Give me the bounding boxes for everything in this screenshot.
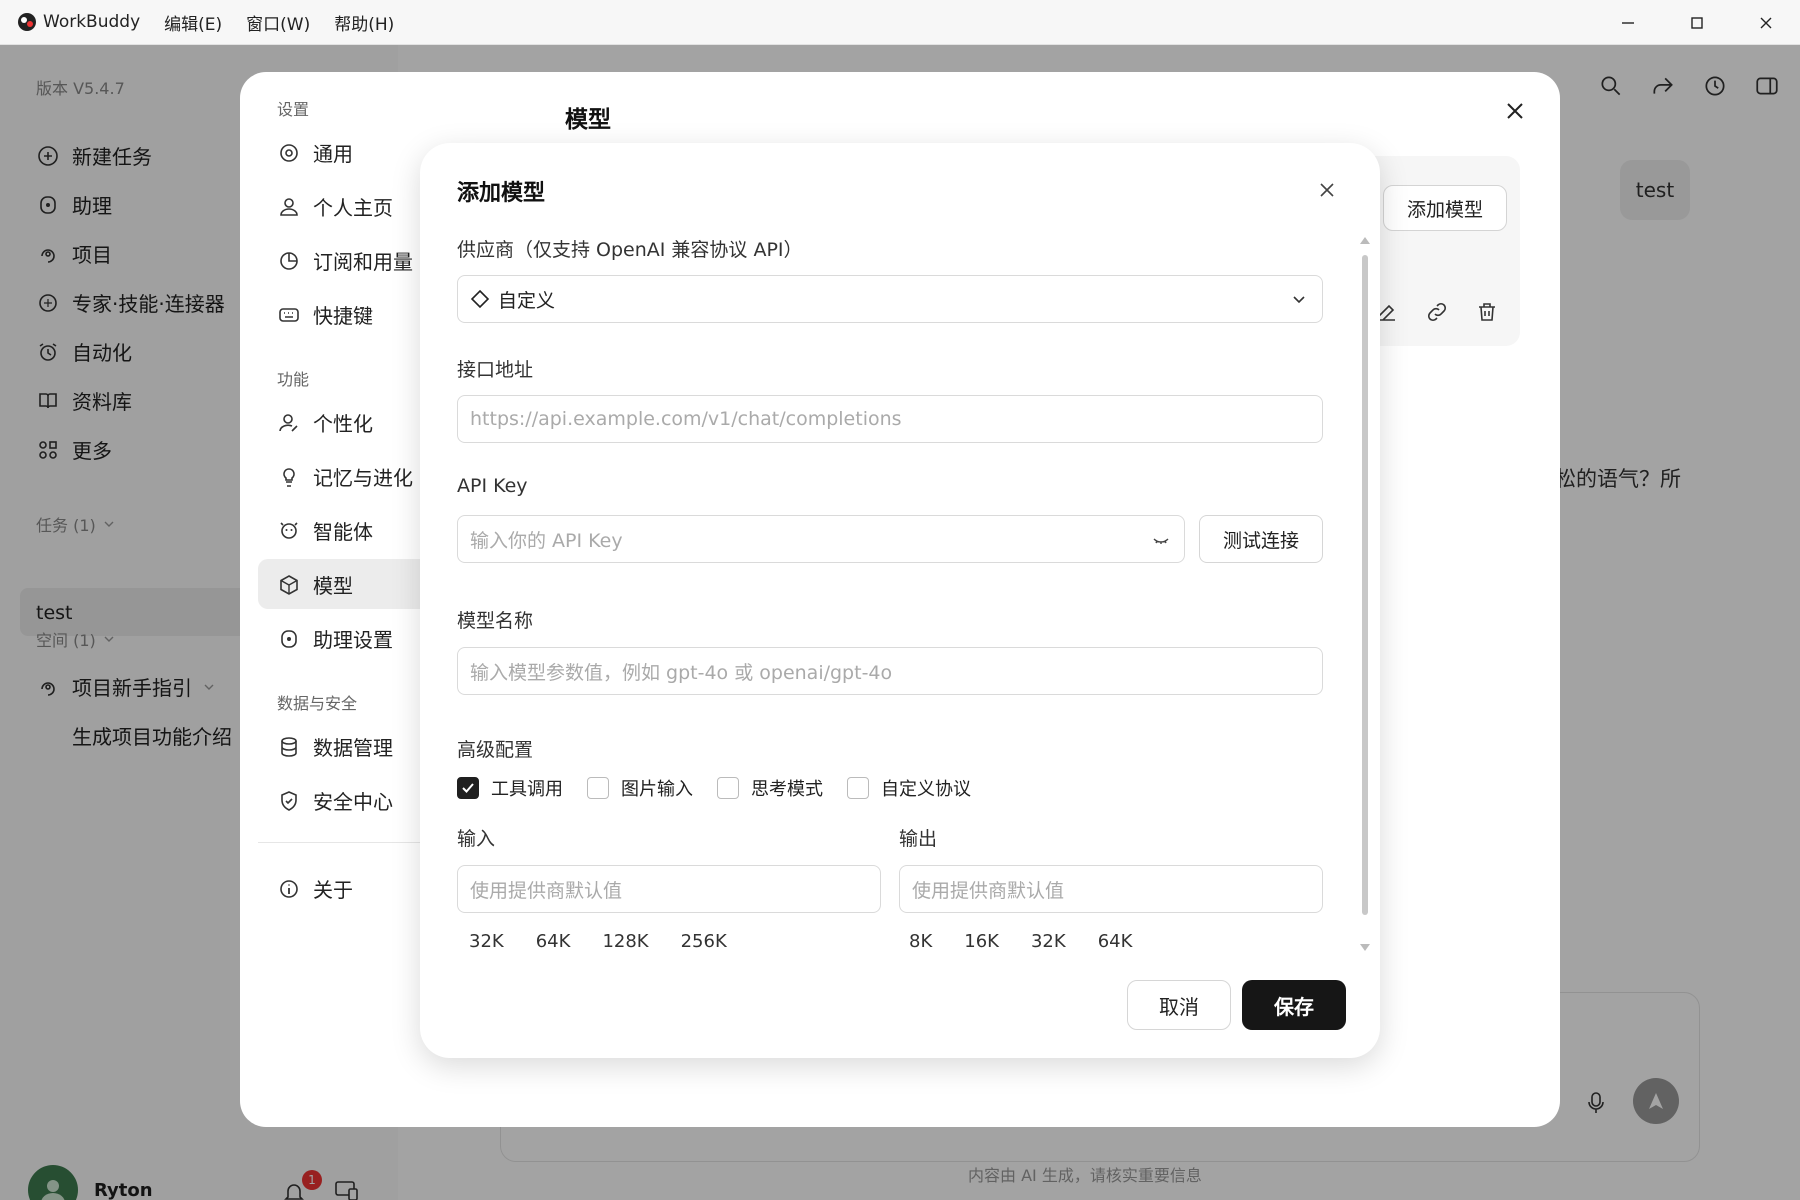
diamond-icon [470,289,490,309]
nav-item-data-management[interactable]: 数据管理 [277,732,393,761]
scrollbar-thumb[interactable] [1362,255,1368,915]
eye-closed-icon[interactable] [1152,531,1170,549]
provider-select[interactable]: 自定义 [457,275,1323,323]
output-token-presets: 8K 16K 32K 64K [909,931,1164,952]
checkbox-unchecked[interactable] [717,777,739,799]
assistant-icon [281,629,297,648]
trash-icon[interactable] [1475,300,1499,324]
close-window-button[interactable] [1731,0,1800,45]
advanced-label: 高级配置 [457,739,534,761]
settings-icon [280,143,298,162]
add-model-button[interactable]: 添加模型 [1383,185,1507,231]
close-icon[interactable] [1504,100,1526,122]
model-name-label: 模型名称 [457,610,534,632]
app-logo-icon [18,13,36,31]
menu-help[interactable]: 帮助(H) [334,10,394,35]
maximize-button[interactable] [1662,0,1731,45]
nav-item-security-center[interactable]: 安全中心 [277,786,393,815]
add-model-dialog: 添加模型 供应商（仅支持 OpenAI 兼容协议 API） 自定义 接口地址 h… [420,143,1380,1058]
nav-item-subscription[interactable]: 订阅和用量 [277,246,413,275]
database-icon [281,736,297,757]
nav-group-features: 功能 [277,370,310,389]
nav-item-agents[interactable]: 智能体 [277,516,373,545]
checkbox-unchecked[interactable] [847,777,869,799]
advanced-options: 工具调用 图片输入 思考模式 自定义协议 [457,775,995,801]
model-icon [280,574,298,595]
preset-chip[interactable]: 64K [1098,931,1133,952]
apikey-input[interactable]: 输入你的 API Key [457,515,1185,563]
link-icon[interactable] [1425,300,1449,324]
close-icon [1760,17,1771,28]
nav-item-assistant-settings[interactable]: 助理设置 [277,624,393,653]
preset-chip[interactable]: 32K [469,931,504,952]
apikey-label: API Key [457,475,528,497]
check-icon [462,783,474,793]
bulb-icon [283,467,295,487]
chevron-down-icon [1293,296,1305,304]
input-token-presets: 32K 64K 128K 256K [469,931,759,952]
nav-item-personalize[interactable]: 个性化 [277,408,373,437]
close-icon[interactable] [1318,181,1336,199]
maximize-icon [1690,16,1703,29]
nav-item-memory[interactable]: 记忆与进化 [277,462,413,491]
output-tokens-label: 输出 [899,828,938,850]
cancel-button[interactable]: 取消 [1127,980,1231,1030]
checkbox-tool-call[interactable]: 工具调用 [457,775,563,801]
nav-item-shortcuts[interactable]: 快捷键 [277,300,373,329]
app-name: WorkBuddy [43,12,141,32]
checkbox-custom-protocol[interactable]: 自定义协议 [847,775,971,801]
checkbox-thinking-mode[interactable]: 思考模式 [717,775,823,801]
checkbox-unchecked[interactable] [587,777,609,799]
user-edit-icon [279,413,298,432]
menu-window[interactable]: 窗口(W) [246,10,310,35]
nav-group-settings: 设置 [277,100,310,119]
model-card-actions [1375,300,1499,324]
nav-item-profile[interactable]: 个人主页 [277,192,393,221]
test-connection-button[interactable]: 测试连接 [1199,515,1323,563]
nav-item-general[interactable]: 通用 [277,138,353,167]
pie-icon [280,251,298,270]
dialog-title: 添加模型 [457,181,546,206]
endpoint-input[interactable]: https://api.example.com/v1/chat/completi… [457,395,1323,443]
checkbox-image-input[interactable]: 图片输入 [587,775,693,801]
provider-selected-value: 自定义 [498,289,556,312]
minimize-icon [1621,21,1634,24]
endpoint-label: 接口地址 [457,359,534,381]
nav-item-models[interactable]: 模型 [277,570,353,599]
shield-icon [281,790,297,811]
page-title: 模型 [565,107,611,133]
input-tokens-label: 输入 [457,828,496,850]
preset-chip[interactable]: 8K [909,931,932,952]
save-button[interactable]: 保存 [1242,980,1346,1030]
scroll-up-arrow-icon[interactable] [1359,235,1371,245]
model-name-input[interactable]: 输入模型参数值，例如 gpt-4o 或 openai/gpt-4o [457,647,1323,695]
keyboard-icon [279,307,299,322]
info-icon [280,879,298,898]
preset-chip[interactable]: 16K [964,931,999,952]
menu-edit[interactable]: 编辑(E) [164,10,222,35]
preset-chip[interactable]: 32K [1031,931,1066,952]
preset-chip[interactable]: 256K [681,931,727,952]
nav-item-about[interactable]: 关于 [277,874,353,903]
provider-label: 供应商（仅支持 OpenAI 兼容协议 API） [457,239,803,261]
checkbox-checked[interactable] [457,777,479,799]
preset-chip[interactable]: 64K [536,931,571,952]
nav-group-data-security: 数据与安全 [277,694,358,713]
title-bar: WorkBuddy 编辑(E) 窗口(W) 帮助(H) [0,0,1800,45]
preset-chip[interactable]: 128K [602,931,648,952]
input-tokens-field[interactable]: 使用提供商默认值 [457,865,881,913]
user-icon [280,197,298,216]
agent-icon [280,521,298,539]
output-tokens-field[interactable]: 使用提供商默认值 [899,865,1323,913]
minimize-button[interactable] [1593,0,1662,45]
scroll-down-arrow-icon[interactable] [1359,943,1371,953]
